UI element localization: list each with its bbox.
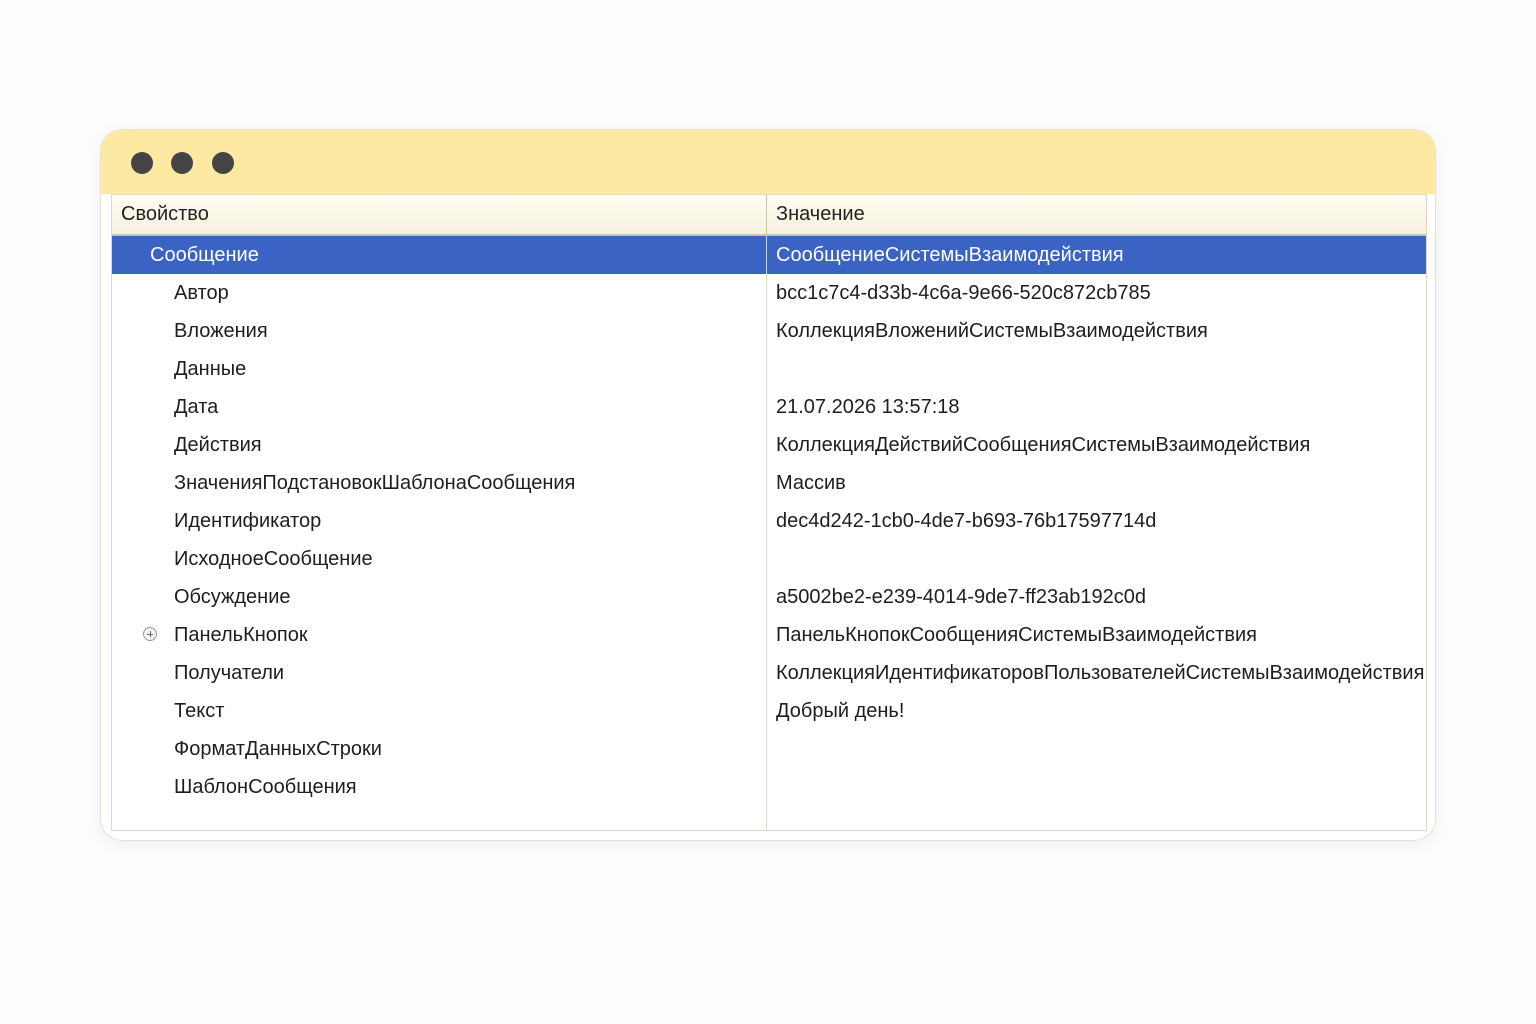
property-name-cell: Сообщение: [150, 244, 259, 266]
table-row[interactable]: Автор bcc1c7c4-d33b-4c6a-9e66-520c872cb78…: [112, 274, 1426, 312]
property-value-cell: СообщениеСистемыВзаимодействия: [776, 244, 1124, 266]
table-row[interactable]: Данные: [112, 350, 1426, 388]
property-value-cell: Массив: [776, 472, 846, 494]
property-name-cell: ЗначенияПодстановокШаблонаСообщения: [174, 472, 576, 494]
property-name-cell: Данные: [174, 358, 247, 380]
property-value-cell: Добрый день!: [776, 700, 905, 722]
property-value-cell: КоллекцияВложенийСистемыВзаимодействия: [776, 320, 1208, 342]
window-titlebar[interactable]: [101, 130, 1435, 194]
property-name-cell: Действия: [174, 434, 262, 456]
table-body: Сообщение СообщениеСистемыВзаимодействия А…: [112, 236, 1426, 806]
table-row[interactable]: ЗначенияПодстановокШаблонаСообщения Масси…: [112, 464, 1426, 502]
table-row[interactable]: Идентификатор dec4d242-1cb0-4de7-b693-76b…: [112, 502, 1426, 540]
row-column-divider: [766, 236, 767, 274]
property-name-cell: ИсходноеСообщение: [174, 548, 373, 570]
property-value-cell: bcc1c7c4-d33b-4c6a-9e66-520c872cb785: [776, 282, 1151, 304]
table-row[interactable]: Дата 21.07.2026 13:57:18: [112, 388, 1426, 426]
property-name-cell: ПанельКнопок: [174, 624, 308, 646]
property-value-cell: ПанельКнопокСообщенияСистемыВзаимодейств…: [776, 624, 1257, 646]
maximize-dot-icon[interactable]: [212, 152, 234, 174]
property-value-cell: a5002be2-e239-4014-9de7-ff23ab192c0d: [776, 586, 1146, 608]
table-header: Свойство Значение: [112, 195, 1426, 236]
property-name-cell: ШаблонСообщения: [174, 776, 357, 798]
table-row[interactable]: Обсуждение a5002be2-e239-4014-9de7-ff23ab…: [112, 578, 1426, 616]
column-header-value[interactable]: Значение: [776, 195, 865, 234]
property-name-cell: Идентификатор: [174, 510, 322, 532]
column-resize-handle[interactable]: [766, 195, 767, 234]
properties-tree-table: Свойство Значение Сообщение СообщениеСист…: [111, 194, 1427, 831]
property-name-cell: Обсуждение: [174, 586, 291, 608]
table-row[interactable]: Действия КоллекцияДействийСообщенияСистем…: [112, 426, 1426, 464]
property-value-cell: КоллекцияДействийСообщенияСистемыВзаимод…: [776, 434, 1311, 456]
table-row[interactable]: ПанельКнопок ПанельКнопокСообщенияСистемы…: [112, 616, 1426, 654]
column-header-property[interactable]: Свойство: [121, 195, 209, 234]
property-name-cell: ФорматДанныхСтроки: [174, 738, 382, 760]
property-name-cell: Автор: [174, 282, 229, 304]
property-value-cell: dec4d242-1cb0-4de7-b693-76b17597714d: [776, 510, 1157, 532]
table-row[interactable]: ФорматДанныхСтроки: [112, 730, 1426, 768]
table-row[interactable]: Сообщение СообщениеСистемыВзаимодействия: [112, 236, 1426, 274]
property-name-cell: Текст: [174, 700, 225, 722]
property-name-cell: Вложения: [174, 320, 268, 342]
plus-circle-icon[interactable]: [143, 627, 157, 641]
table-row[interactable]: Вложения КоллекцияВложенийСистемыВзаимоде…: [112, 312, 1426, 350]
table-row[interactable]: Получатели КоллекцияИдентификаторовПользо…: [112, 654, 1426, 692]
properties-window: Свойство Значение Сообщение СообщениеСист…: [100, 129, 1436, 841]
close-dot-icon[interactable]: [131, 152, 153, 174]
table-row[interactable]: Текст Добрый день!: [112, 692, 1426, 730]
minimize-dot-icon[interactable]: [171, 152, 193, 174]
property-name-cell: Получатели: [174, 662, 285, 684]
property-name-cell: Дата: [174, 396, 219, 418]
property-value-cell: КоллекцияИдентификаторовПользователейСис…: [776, 662, 1425, 684]
property-value-cell: 21.07.2026 13:57:18: [776, 396, 960, 418]
table-row[interactable]: ШаблонСообщения: [112, 768, 1426, 806]
table-row[interactable]: ИсходноеСообщение: [112, 540, 1426, 578]
